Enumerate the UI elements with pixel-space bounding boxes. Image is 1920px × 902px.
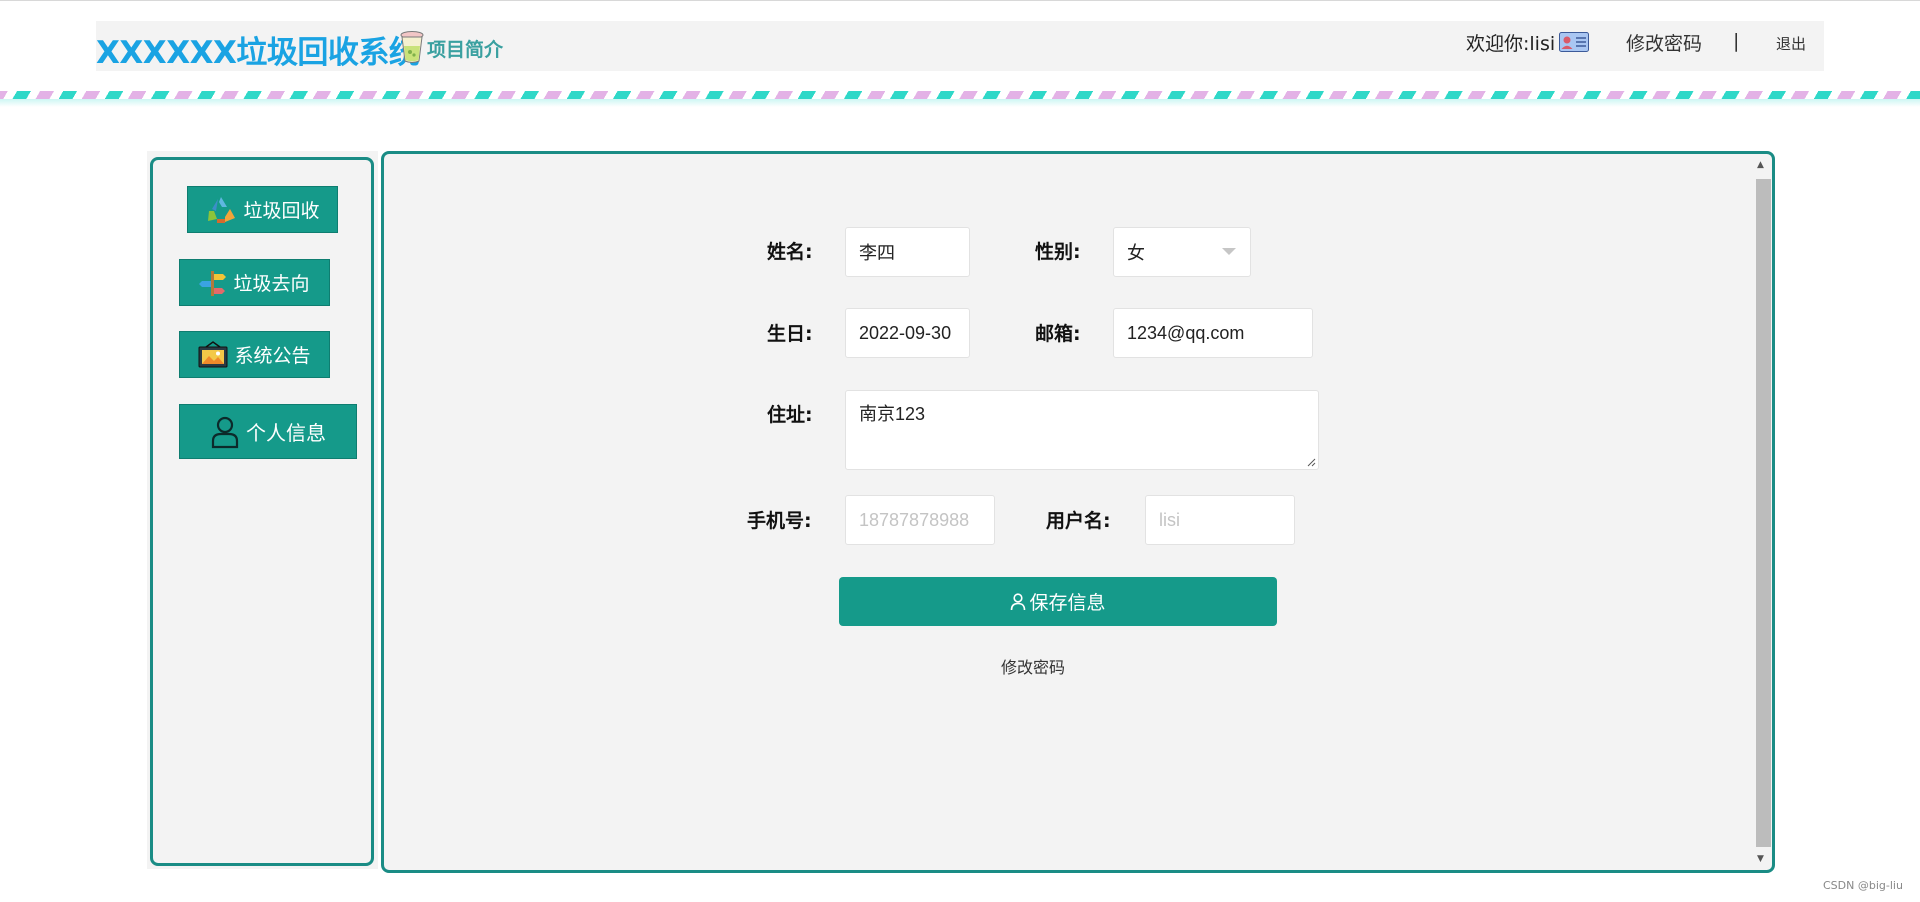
header-change-password-link[interactable]: 修改密码 [1626,29,1702,56]
username-input[interactable]: lisi [1145,495,1295,545]
user-icon [1011,592,1026,610]
phone-input[interactable]: 18787878988 [845,495,995,545]
top-divider [0,0,1920,1]
ribbon-shadow [0,99,1920,107]
chevron-down-icon [1222,248,1236,255]
sidebar-item-label: 个人信息 [246,421,326,445]
sidebar-item-recycling[interactable]: 垃圾回收 [187,186,338,233]
name-input[interactable]: 李四 [845,227,970,277]
address-textarea[interactable]: 南京123 [845,390,1319,470]
email-label: 邮箱: [1035,323,1081,345]
scroll-down-arrow-icon[interactable]: ▼ [1757,854,1764,864]
recycle-icon [208,196,236,223]
sidebar-item-label: 垃圾去向 [233,273,310,295]
current-username: lisi [1529,33,1556,55]
sidebar-item-destination[interactable]: 垃圾去向 [179,259,330,306]
watermark: CSDN @big-liu [1823,879,1903,892]
user-icon [211,416,239,448]
vertical-scrollbar[interactable]: ▲ ▼ [1754,158,1771,866]
logout-link[interactable]: 退出 [1776,33,1806,54]
sidebar-item-announcements[interactable]: 系统公告 [179,331,330,378]
birthday-label: 生日: [767,323,813,345]
address-label: 住址: [767,404,813,426]
notice-board-icon [198,340,228,367]
change-password-link[interactable]: 修改密码 [1001,654,1065,678]
username-label: 用户名: [1046,510,1111,532]
project-intro-link[interactable]: 项目简介 [427,35,503,62]
sidebar-item-label: 垃圾回收 [243,200,320,222]
gender-selected-value: 女 [1127,243,1145,263]
resize-grip-icon[interactable] [1306,457,1316,467]
save-button-label: 保存信息 [1029,592,1106,614]
save-info-button[interactable]: 保存信息 [839,577,1277,626]
gender-select[interactable]: 女 [1113,227,1251,277]
app-title: XXXXXX垃圾回收系统 [96,35,420,71]
top-header: XXXXXX垃圾回收系统 项目简介 欢迎你:lisi 修改密码 | 退出 [96,21,1824,71]
birthday-input[interactable]: 2022-09-30 [845,308,970,358]
cup-icon[interactable] [398,30,426,64]
sidebar-item-profile[interactable]: 个人信息 [179,404,357,459]
welcome-text: 欢迎你:lisi [1466,29,1555,56]
signpost-icon [199,270,227,296]
scroll-up-arrow-icon[interactable]: ▲ [1757,160,1764,170]
id-card-icon[interactable] [1559,32,1589,52]
sidebar-item-label: 系统公告 [234,345,311,367]
name-label: 姓名: [767,241,813,263]
scroll-thumb[interactable] [1756,179,1771,847]
decorative-ribbon [0,91,1920,99]
welcome-prefix: 欢迎你: [1466,33,1530,55]
gender-label: 性别: [1035,241,1081,263]
header-separator: | [1733,30,1740,52]
email-input[interactable]: 1234@qq.com [1113,308,1313,358]
address-value: 南京123 [859,404,926,424]
phone-label: 手机号: [747,510,812,532]
